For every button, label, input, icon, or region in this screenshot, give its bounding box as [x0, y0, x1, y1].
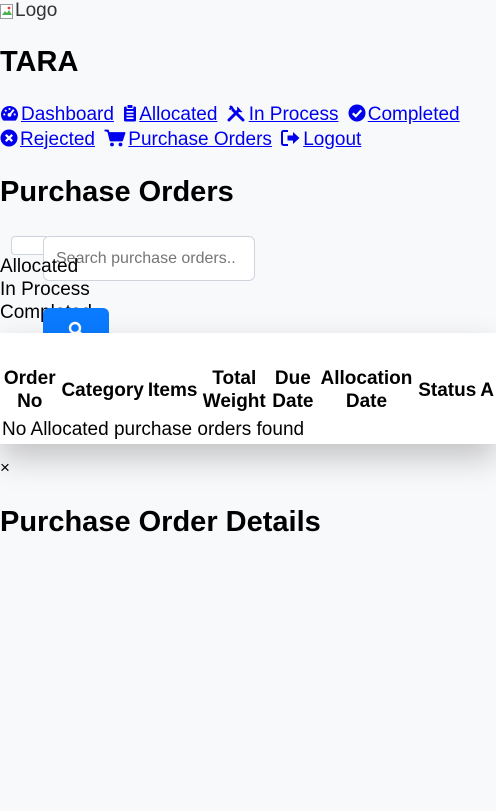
column-header-total-weight[interactable]: Total Weight — [199, 366, 269, 414]
dashboard-icon — [0, 105, 19, 128]
column-header-category[interactable]: Category — [59, 366, 145, 414]
nav-purchase-orders-label: Purchase Orders — [128, 129, 272, 150]
brand-title: TARA — [0, 46, 79, 78]
orders-table-container[interactable]: Scroll horizontally → Order No Category … — [0, 333, 496, 444]
column-header-allocation-date[interactable]: Allocation Date — [317, 366, 416, 414]
nav-allocated-label: Allocated — [139, 104, 218, 125]
table-header-row: Order No Category Items Total Weight Due… — [0, 366, 496, 414]
broken-image-icon — [0, 3, 14, 19]
scroll-hint: Scroll horizontally → — [386, 337, 496, 351]
page-title: Purchase Orders — [0, 176, 234, 208]
page: Logo TARA Dashboard Allocated In Process… — [0, 0, 496, 811]
nav-logout[interactable]: Logout — [281, 129, 361, 150]
column-header-actions[interactable]: A — [478, 366, 496, 414]
nav-completed[interactable]: Completed — [348, 104, 460, 125]
nav-in-process[interactable]: In Process — [227, 104, 339, 128]
tools-icon — [227, 104, 247, 128]
filter-option-in-process[interactable]: In Process — [0, 278, 92, 301]
times-circle-icon — [0, 129, 18, 153]
nav-rejected[interactable]: Rejected — [0, 129, 95, 150]
modal-title: Purchase Order Details — [0, 506, 321, 538]
cart-icon — [104, 129, 126, 153]
nav-in-process-label: In Process — [248, 104, 339, 125]
logout-icon — [281, 129, 301, 153]
nav-dashboard[interactable]: Dashboard — [0, 104, 114, 125]
check-circle-icon — [348, 104, 366, 128]
nav-logout-label: Logout — [303, 129, 362, 150]
empty-state-message: No Allocated purchase orders found — [2, 419, 305, 440]
column-header-order-no[interactable]: Order No — [0, 366, 59, 414]
orders-table: Order No Category Items Total Weight Due… — [0, 366, 496, 414]
column-header-due-date[interactable]: Due Date — [269, 366, 317, 414]
nav-rejected-label: Rejected — [20, 129, 95, 150]
column-header-items[interactable]: Items — [146, 366, 200, 414]
filter-option-allocated[interactable]: Allocated — [0, 255, 92, 278]
logo-alt-text: Logo — [15, 0, 58, 21]
status-select[interactable] — [11, 236, 46, 255]
nav-dashboard-label: Dashboard — [21, 104, 114, 125]
clipboard-icon — [123, 104, 137, 128]
main-nav: Dashboard Allocated In Process Completed… — [0, 103, 496, 153]
column-header-status[interactable]: Status — [416, 366, 478, 414]
nav-completed-label: Completed — [367, 104, 460, 125]
logo: Logo — [0, 0, 57, 22]
nav-purchase-orders[interactable]: Purchase Orders — [104, 129, 272, 150]
nav-allocated[interactable]: Allocated — [123, 104, 217, 125]
modal-close-button[interactable]: × — [0, 458, 10, 478]
